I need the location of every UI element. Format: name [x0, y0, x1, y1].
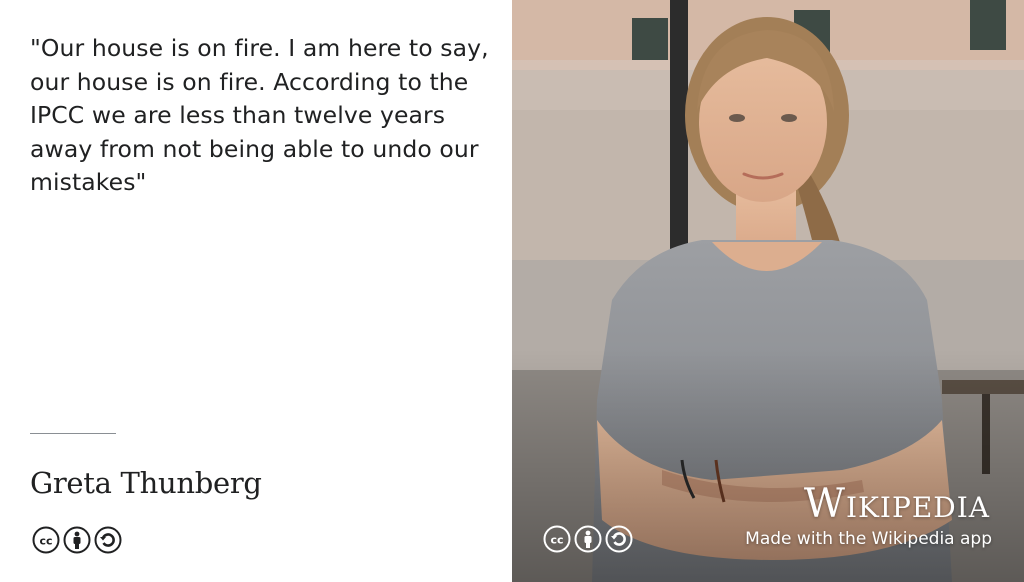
- divider: [30, 433, 116, 434]
- svg-text:cc: cc: [550, 534, 563, 547]
- author-name: Greta Thunberg: [30, 466, 262, 500]
- wikipedia-wordmark-text: Wikipedia: [803, 481, 990, 527]
- cc-icon: cc: [543, 525, 571, 553]
- sa-icon: [605, 525, 633, 553]
- svg-text:cc: cc: [39, 535, 52, 548]
- quote-text: "Our house is on fire. I am here to say,…: [30, 34, 489, 196]
- by-icon: [574, 525, 602, 553]
- sa-icon: [94, 526, 122, 554]
- license-icons-overlay: cc: [543, 525, 633, 553]
- by-icon: [63, 526, 91, 554]
- wikipedia-wordmark: Wikipedia: [804, 481, 990, 527]
- quote-card: "Our house is on fire. I am here to say,…: [0, 0, 1024, 582]
- made-with-text: Made with the Wikipedia app: [745, 529, 992, 549]
- license-icons: cc: [32, 526, 122, 554]
- cc-icon: cc: [32, 526, 60, 554]
- photo-panel: Wikipedia Made with the Wikipedia app: [512, 0, 1024, 582]
- quote-panel: "Our house is on fire. I am here to say,…: [0, 0, 512, 582]
